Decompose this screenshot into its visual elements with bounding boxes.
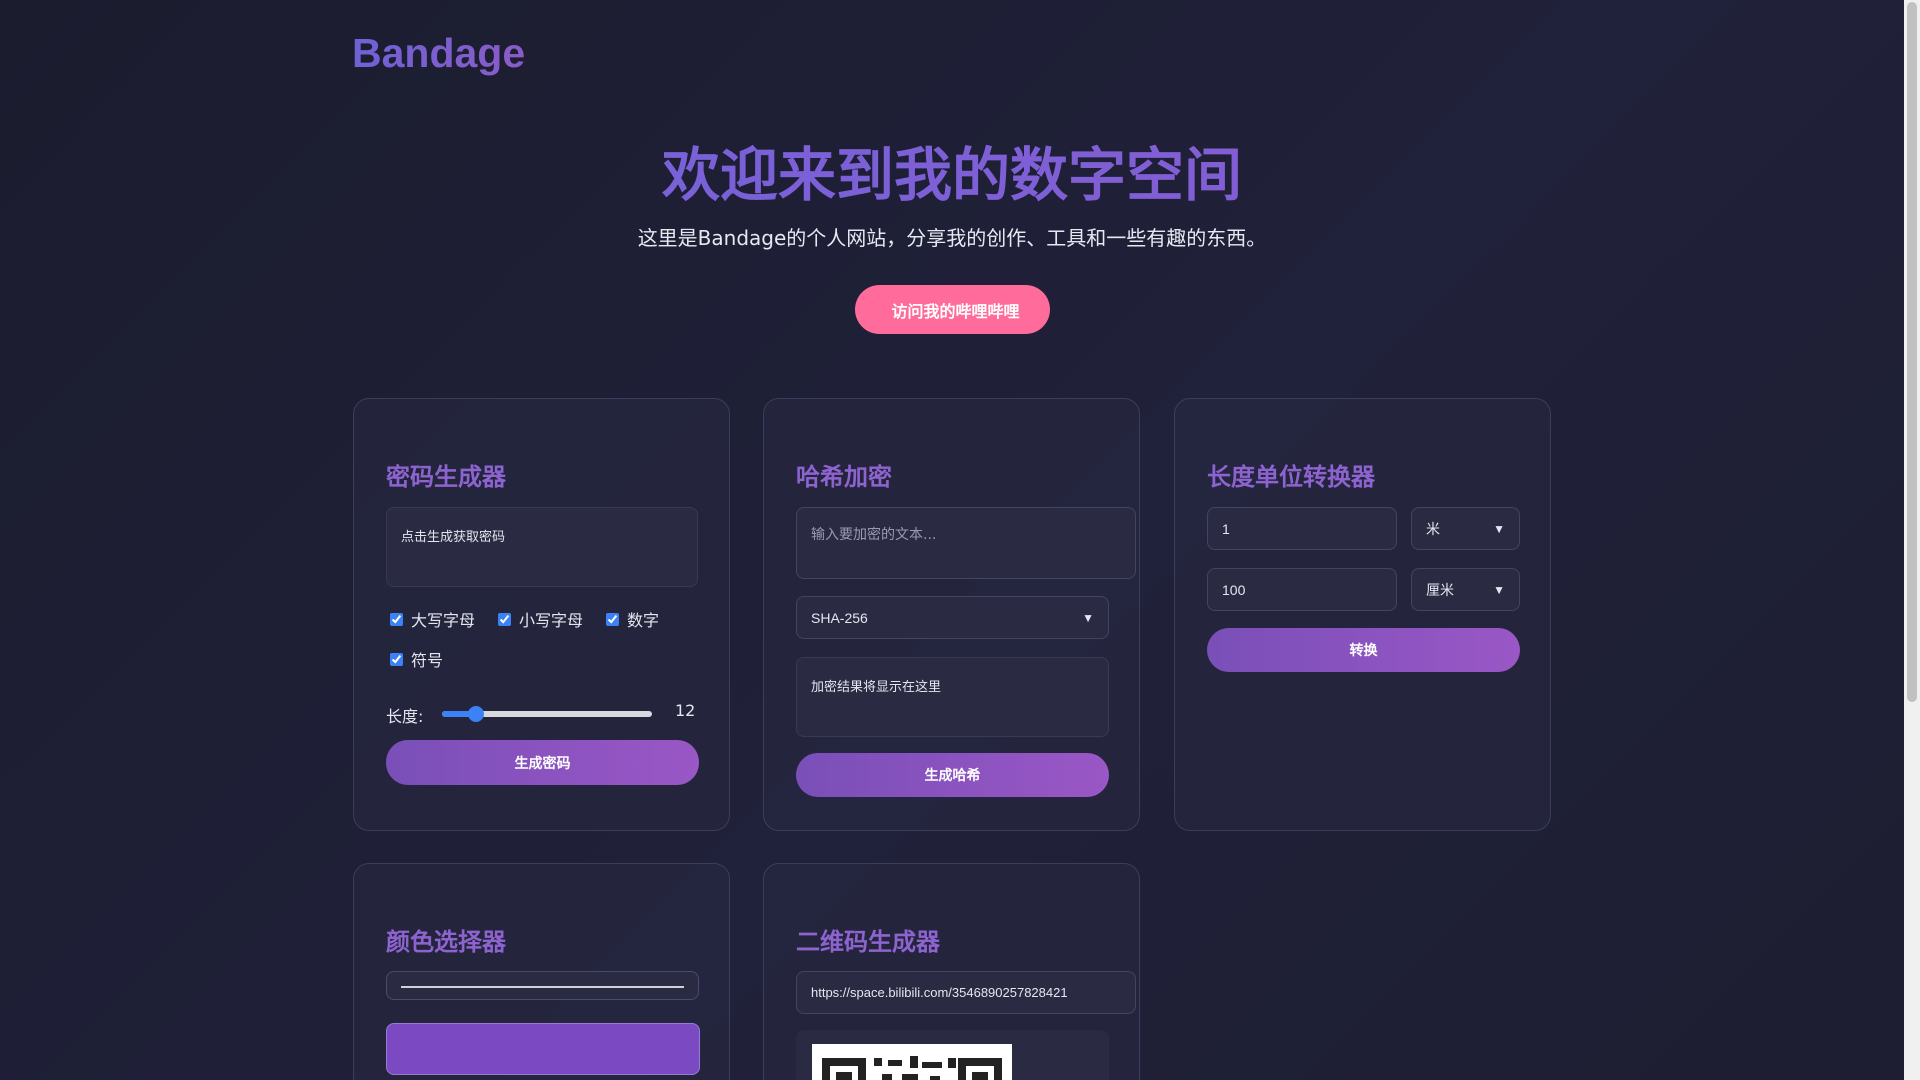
option-uppercase[interactable]: 大写字母 [390,607,475,631]
uppercase-checkbox[interactable] [390,612,403,626]
hero-title: 欢迎来到我的数字空间 [0,128,1904,212]
convert-button[interactable]: 转换 [1207,628,1520,672]
chevron-down-icon: ▼ [1493,521,1505,536]
to-unit-value: 厘米 [1426,581,1454,598]
from-unit-select[interactable]: 米 ▼ [1411,507,1520,550]
symbols-label: 符号 [411,651,444,670]
bilibili-button[interactable]: 访问我的哔哩哔哩 [855,285,1050,334]
length-slider[interactable] [442,706,652,722]
option-lowercase[interactable]: 小写字母 [498,607,583,631]
lowercase-checkbox[interactable] [498,612,511,626]
option-symbols[interactable]: 符号 [390,647,443,671]
hero-subtitle: 这里是Bandage的个人网站，分享我的创作、工具和一些有趣的东西。 [637,226,1267,250]
page-scrollbar[interactable] [1904,0,1920,1080]
hash-algorithm-value: SHA-256 [811,609,868,626]
hash-algorithm-select[interactable]: SHA-256 ▼ [796,596,1109,639]
site-logo[interactable]: Bandage [352,30,525,77]
qr-generator-title: 二维码生成器 [796,928,940,956]
hash-title: 哈希加密 [796,463,892,491]
generate-hash-button[interactable]: 生成哈希 [796,753,1109,797]
password-generator-title: 密码生成器 [386,463,506,491]
scrollbar-thumb[interactable] [1907,2,1917,702]
color-input-line [401,985,684,988]
color-input[interactable] [386,971,699,1000]
to-unit-select[interactable]: 厘米 ▼ [1411,568,1520,611]
chevron-down-icon: ▼ [1082,610,1094,625]
hash-output[interactable]: 加密结果将显示在这里 [796,657,1109,737]
option-numbers[interactable]: 数字 [606,607,659,631]
length-slider-handle[interactable] [468,706,484,722]
length-converter-title: 长度单位转换器 [1207,463,1375,491]
numbers-checkbox[interactable] [606,612,619,626]
color-preview [386,1023,700,1075]
password-output-text: 点击生成获取密码 [401,530,506,545]
password-output[interactable]: 点击生成获取密码 [386,507,698,587]
bilibili-button-label: 访问我的哔哩哔哩 [891,301,1020,321]
chevron-down-icon: ▼ [1493,582,1505,597]
color-picker-title: 颜色选择器 [386,928,506,956]
qr-code-image [812,1044,1012,1080]
hash-card: 哈希加密 输入要加密的文本... SHA-256 ▼ 加密结果将显示在这里 生成… [763,398,1140,831]
hash-input[interactable]: 输入要加密的文本... [796,507,1136,579]
generate-password-button[interactable]: 生成密码 [386,740,699,785]
symbols-checkbox[interactable] [390,652,403,666]
qr-generator-card: 二维码生成器 https://space.bilibili.com/354689… [763,863,1140,1080]
qr-preview [796,1030,1109,1080]
uppercase-label: 大写字母 [411,611,476,630]
color-picker-card: 颜色选择器 [353,863,730,1080]
page: Bandage 欢迎来到我的数字空间 这里是Bandage的个人网站，分享我的创… [0,0,1904,1080]
length-converter-card: 长度单位转换器 1 米 ▼ 100 厘米 ▼ 转换 [1174,398,1551,831]
qr-url-input[interactable]: https://space.bilibili.com/3546890257828… [796,971,1136,1014]
lowercase-label: 小写字母 [519,611,584,630]
length-value: 12 [675,701,696,720]
from-value-input[interactable]: 1 [1207,507,1397,550]
from-unit-value: 米 [1426,520,1440,537]
numbers-label: 数字 [627,611,660,630]
length-label: 长度: [386,707,424,726]
to-value-input[interactable]: 100 [1207,568,1397,611]
hash-output-text: 加密结果将显示在这里 [811,680,942,695]
password-generator-card: 密码生成器 点击生成获取密码 大写字母 小写字母 数字 符号 长度: 12 生成… [353,398,730,831]
